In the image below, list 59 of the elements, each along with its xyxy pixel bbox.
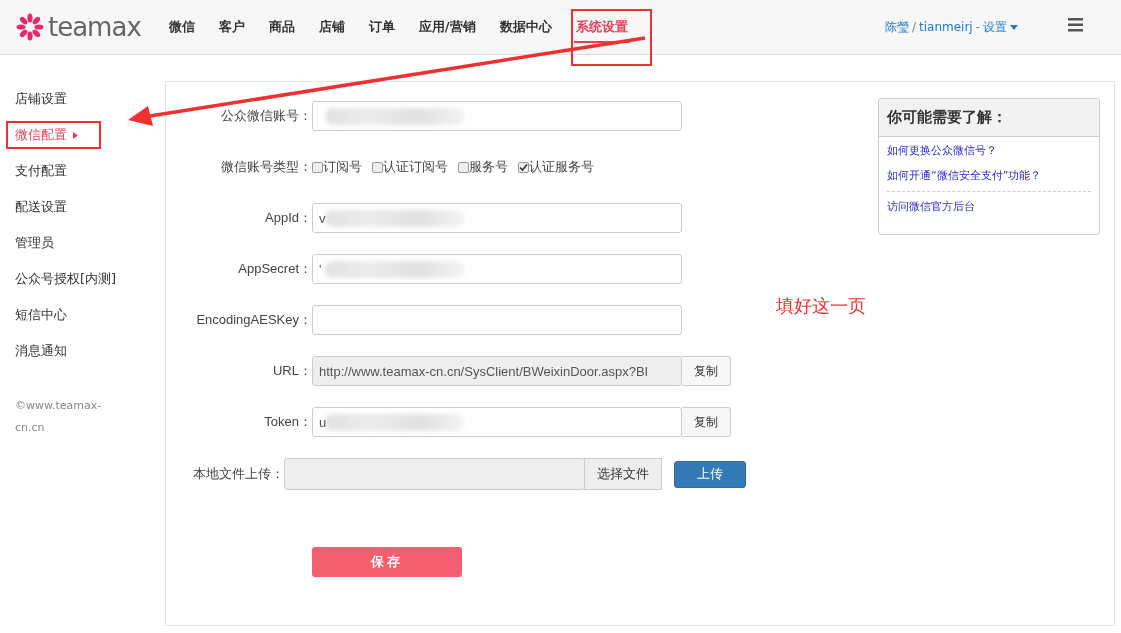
nav-tab[interactable]: 商品 [256,0,307,54]
help-title: 你可能需要了解： [879,99,1099,137]
field-label: AppId： [264,209,312,227]
nav-tab[interactable]: 数据中心 [487,0,564,54]
settings-link[interactable]: 设置 [983,18,1007,36]
checkbox-label: 服务号 [469,158,508,176]
field-label: 本地文件上传： [191,465,284,483]
sidebar-item[interactable]: 管理员 [15,225,165,261]
separator-text: / [911,20,916,34]
file-field[interactable] [283,458,585,490]
input-field[interactable]: v [312,203,682,233]
account-link[interactable]: tianmeirj [919,20,973,34]
checkbox-label: 认证服务号 [529,158,594,176]
copyright-text: ©www.teamax-cn.cn [15,398,103,436]
checkbox[interactable] [518,161,529,173]
nav-tab[interactable]: 店铺 [306,0,357,54]
sidebar-item[interactable]: 公众号授权[内测] [15,261,165,297]
nav-tab[interactable]: 微信 [156,0,207,54]
nav-tab[interactable]: 系统设置 [563,0,640,54]
dash-text: - [975,20,980,34]
sidebar-item[interactable]: 短信中心 [15,297,165,333]
field-label: 公众微信账号： [220,107,312,125]
checkbox-label: 订阅号 [323,158,362,176]
help-link[interactable]: 访问微信官方后台 [887,199,1091,214]
input-field[interactable] [312,101,682,131]
flower-logo-icon [16,13,44,41]
sidebar-item[interactable]: 店铺设置 [15,81,165,117]
field-label: Token： [263,413,312,431]
checkbox-label: 认证订阅号 [383,158,448,176]
field-label: EncodingAESKey： [195,311,312,329]
checkbox[interactable] [458,161,469,173]
help-link[interactable]: 如何更换公众微信号？ [887,143,1091,158]
url-field[interactable]: http://www.teamax-cn.cn/SysClient/BWeixinDoor.aspx?BI [312,356,682,386]
field-label: URL： [272,362,312,380]
field-label: 微信账号类型： [220,158,312,176]
upload-button[interactable]: 上传 [674,460,746,488]
sidebar-item[interactable]: 支付配置 [15,153,165,189]
sidebar-item[interactable]: 微信配置 [15,117,165,153]
nav-tab[interactable]: 订单 [356,0,407,54]
choose-file-button[interactable]: 选择文件 [584,458,662,490]
input-field[interactable] [312,305,682,335]
copy-button[interactable]: 复制 [682,356,731,386]
input-field[interactable]: u [312,407,682,437]
input-field[interactable]: ' [312,254,682,284]
caret-icon [73,131,78,139]
copy-button[interactable]: 复制 [682,407,731,437]
checkbox[interactable] [312,161,323,173]
nav-tab[interactable]: 应用/营销 [406,0,488,54]
annotation-note: 填好这一页 [776,294,866,318]
user-name-link[interactable]: 陈瑩 [884,18,909,36]
help-link[interactable]: 如何开通“微信安全支付”功能？ [887,168,1091,183]
logo-text: teamax [48,12,141,42]
sidebar-item[interactable]: 消息通知 [15,333,165,369]
field-label: AppSecret： [237,260,312,278]
nav-tab[interactable]: 客户 [206,0,257,54]
checkbox[interactable] [372,161,383,173]
sidebar-item[interactable]: 配送设置 [15,189,165,225]
menu-icon[interactable] [1068,16,1083,32]
caret-icon [1010,24,1018,30]
